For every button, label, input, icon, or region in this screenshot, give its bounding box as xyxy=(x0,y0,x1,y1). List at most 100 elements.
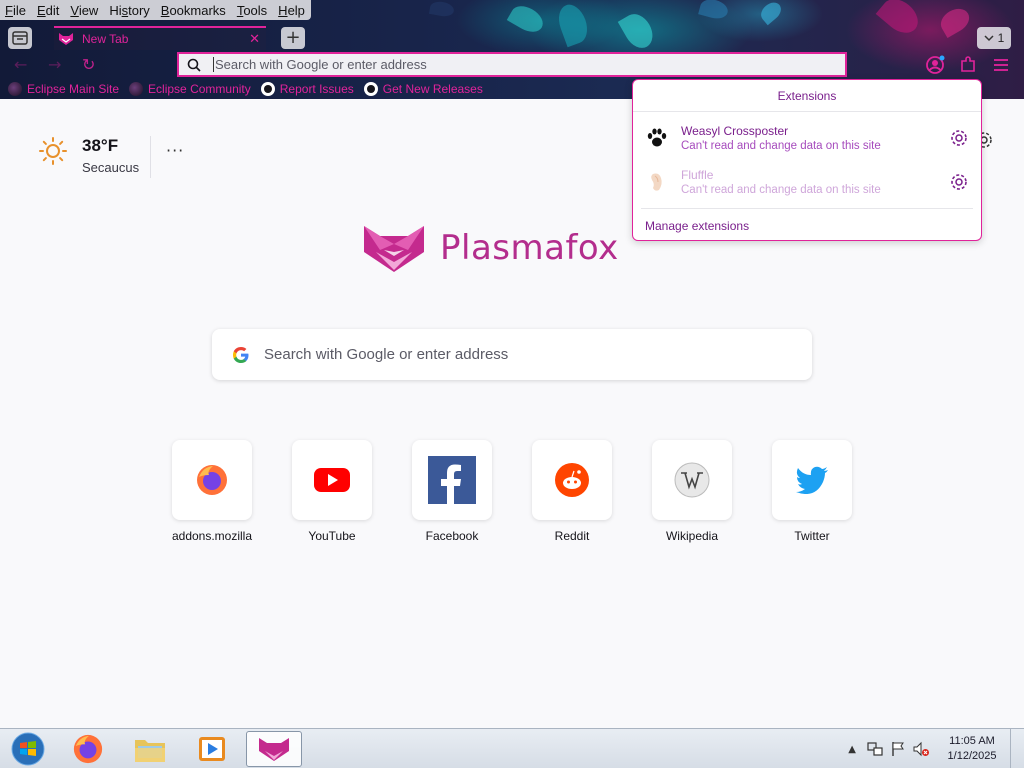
bookmark-eclipse-main-site[interactable]: Eclipse Main Site xyxy=(8,80,119,98)
topsite-label: YouTube xyxy=(308,529,356,543)
fluffle-icon xyxy=(651,173,662,191)
topsite-addons-mozilla[interactable]: addons.mozilla xyxy=(172,440,252,543)
bookmark-eclipse-community[interactable]: Eclipse Community xyxy=(129,80,251,98)
topsite-reddit[interactable]: Reddit xyxy=(532,440,612,543)
plasmafox-logo-icon xyxy=(364,226,424,272)
taskbar-firefox[interactable] xyxy=(60,731,116,767)
menu-bookmarks[interactable]: Bookmarks xyxy=(156,0,232,20)
menu-edit[interactable]: Edit xyxy=(32,0,65,20)
clock-time: 11:05 AM xyxy=(949,735,995,747)
eclipse-icon xyxy=(129,82,144,96)
extension-permission-status: Can't read and change data on this site xyxy=(681,184,881,196)
topsite-card[interactable] xyxy=(412,440,492,520)
reload-icon[interactable]: ↻ xyxy=(82,55,95,74)
extension-weasyl-crossposter[interactable]: Weasyl Crossposter Can't read and change… xyxy=(633,116,981,160)
tab-title: New Tab xyxy=(82,32,129,46)
show-desktop-button[interactable] xyxy=(1010,729,1024,768)
topsite-card[interactable] xyxy=(772,440,852,520)
back-icon[interactable]: ← xyxy=(14,55,27,74)
menu-help[interactable]: Help xyxy=(273,0,311,20)
paw-icon xyxy=(647,128,667,147)
wikipedia-icon xyxy=(674,462,710,498)
theme-decoration xyxy=(698,0,730,22)
firefox-icon xyxy=(197,465,227,495)
facebook-icon xyxy=(428,456,476,504)
taskbar-media-player[interactable] xyxy=(184,731,240,767)
bookmarks-toolbar: Eclipse Main Site Eclipse Community Repo… xyxy=(0,80,493,98)
topsite-card[interactable] xyxy=(172,440,252,520)
taskbar-plasmafox[interactable] xyxy=(246,731,302,767)
search-box[interactable]: Search with Google or enter address xyxy=(212,329,812,380)
menu-history[interactable]: History xyxy=(104,0,155,20)
topsite-label: Wikipedia xyxy=(665,529,719,543)
volume-muted-icon[interactable] xyxy=(912,740,930,758)
show-hidden-icons-chevron-icon[interactable]: ▲ xyxy=(848,744,856,755)
extensions-puzzle-icon[interactable] xyxy=(958,55,978,75)
extension-name: Weasyl Crossposter xyxy=(681,124,789,138)
divider xyxy=(150,136,151,178)
weather-temperature: 38°F xyxy=(82,136,119,155)
extensions-panel: Extensions Weasyl Crossposter Can't read… xyxy=(632,79,982,241)
plasmafox-favicon-icon xyxy=(59,33,73,45)
topsite-card[interactable] xyxy=(532,440,612,520)
tab-count: 1 xyxy=(997,31,1005,45)
topsite-label: Twitter xyxy=(794,529,830,543)
forward-icon[interactable]: → xyxy=(48,55,61,74)
plasmafox-icon xyxy=(259,738,289,761)
search-icon xyxy=(187,58,201,72)
network-icon[interactable] xyxy=(866,740,884,758)
windows-start-orb-icon xyxy=(11,732,45,766)
github-icon xyxy=(363,82,378,96)
topsite-wikipedia[interactable]: Wikipedia xyxy=(652,440,732,543)
topsite-twitter[interactable]: Twitter xyxy=(772,440,852,543)
topsite-label: Facebook xyxy=(425,529,479,543)
extension-permission-status: Can't read and change data on this site xyxy=(681,140,881,152)
extensions-panel-header: Extensions xyxy=(633,80,981,112)
system-tray: ▲ 11:05 AM 1/12/2025 xyxy=(848,729,1024,768)
search-placeholder: Search with Google or enter address xyxy=(264,346,509,363)
bookmark-report-issues[interactable]: Report Issues xyxy=(260,80,354,98)
topsite-facebook[interactable]: Facebook xyxy=(412,440,492,543)
tab-bar: New Tab ✕ + 1 xyxy=(0,26,1024,52)
menu-tools[interactable]: Tools xyxy=(232,0,273,20)
youtube-icon xyxy=(314,468,350,492)
firefox-icon xyxy=(73,734,103,764)
chevron-down-icon xyxy=(984,35,994,42)
taskbar-file-explorer[interactable] xyxy=(122,731,178,767)
close-tab-icon[interactable]: ✕ xyxy=(249,32,260,47)
topsite-youtube[interactable]: YouTube xyxy=(292,440,372,543)
media-player-icon xyxy=(199,737,225,761)
app-menu-icon[interactable] xyxy=(992,57,1010,73)
firefox-view-button[interactable] xyxy=(8,27,32,49)
list-all-tabs-button[interactable]: 1 xyxy=(977,27,1011,49)
brand-name: Plasmafox xyxy=(440,228,619,268)
url-bar[interactable] xyxy=(177,52,847,77)
extension-settings-gear-icon[interactable] xyxy=(949,128,969,148)
weather-widget[interactable]: 38°F Secaucus xyxy=(38,136,139,175)
bookmark-get-new-releases[interactable]: Get New Releases xyxy=(363,80,483,98)
weather-more-options-button[interactable]: ··· xyxy=(166,141,184,160)
plus-icon: + xyxy=(285,27,301,48)
system-clock[interactable]: 11:05 AM 1/12/2025 xyxy=(940,734,1004,764)
menu-view[interactable]: View xyxy=(65,0,104,20)
google-icon xyxy=(233,346,249,363)
url-input[interactable] xyxy=(213,57,813,72)
menu-bar: File Edit View History Bookmarks Tools H… xyxy=(0,0,311,20)
extension-fluffle[interactable]: Fluffle Can't read and change data on th… xyxy=(633,160,981,204)
plasmafox-logo: Plasmafox xyxy=(362,222,619,274)
eclipse-icon xyxy=(8,82,22,96)
topsite-card[interactable] xyxy=(652,440,732,520)
extension-settings-gear-icon[interactable] xyxy=(949,172,969,192)
taskbar: ▲ 11:05 AM 1/12/2025 xyxy=(0,728,1024,768)
action-center-flag-icon[interactable] xyxy=(890,740,906,758)
new-tab-button[interactable]: + xyxy=(281,27,305,49)
clock-date: 1/12/2025 xyxy=(947,750,997,762)
manage-extensions-link[interactable]: Manage extensions xyxy=(645,219,749,233)
account-icon[interactable] xyxy=(924,54,946,76)
tab-new-tab[interactable]: New Tab ✕ xyxy=(54,26,266,50)
theme-decoration xyxy=(428,0,456,18)
menu-file[interactable]: File xyxy=(0,0,32,20)
topsite-card[interactable] xyxy=(292,440,372,520)
start-button[interactable] xyxy=(0,731,56,767)
navigation-bar: ← → ↻ xyxy=(0,52,1024,78)
